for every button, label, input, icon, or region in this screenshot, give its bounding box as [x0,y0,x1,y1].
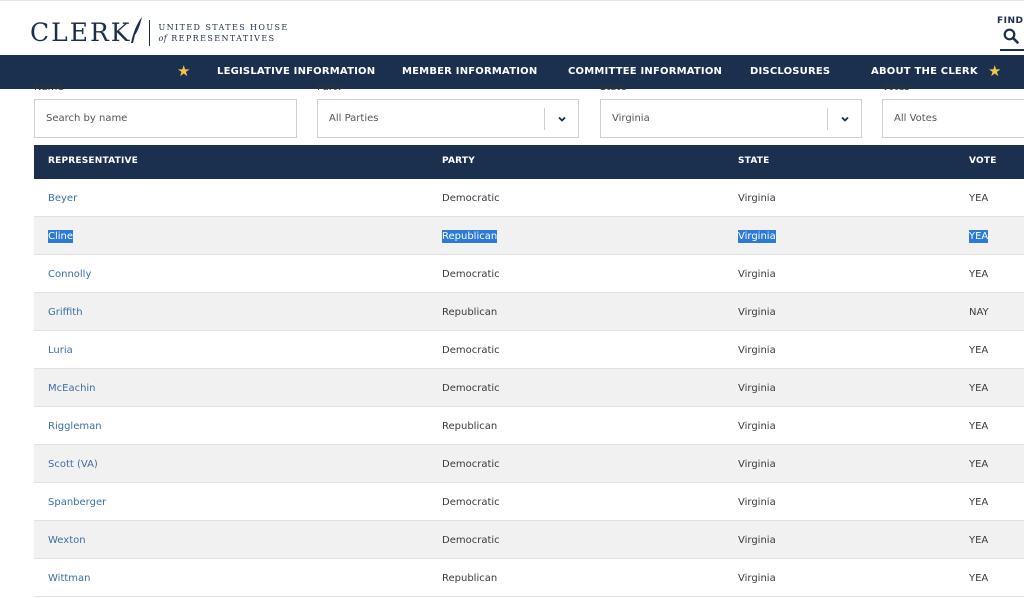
representative-link[interactable]: Beyer [48,192,77,205]
column-header-party[interactable]: PARTY [442,156,475,166]
table-row: Riggleman Republican Virginia YEA [34,407,1024,445]
representative-link[interactable]: Riggleman [48,420,102,433]
star-icon: ★ [177,62,191,80]
table-row: Spanberger Democratic Virginia YEA [34,483,1024,521]
find-underline [1000,49,1024,51]
logo-subtitle: UNITED STATES HOUSE of REPRESENTATIVES [158,23,289,43]
main-nav: ★ LEGISLATIVE INFORMATION MEMBER INFORMA… [0,55,1024,89]
party-select[interactable]: All Parties [317,99,579,138]
search-icon[interactable] [1003,28,1019,44]
star-icon: ★ [988,62,1002,80]
representative-link[interactable]: Cline [48,230,74,243]
vote-cell: YEA [969,497,989,508]
logo-divider [149,20,151,46]
state-cell: Virginia [738,497,776,508]
name-search-input[interactable]: Search by name [34,99,297,138]
site-header: CLERK UNITED STATES HOUSE of REPRESENTAT… [0,0,1024,55]
state-cell: Virginia [738,459,776,470]
representative-link[interactable]: Wittman [48,572,91,585]
table-row: Luria Democratic Virginia YEA [34,331,1024,369]
nav-disclosures[interactable]: DISCLOSURES [750,55,830,89]
chevron-down-icon [841,116,849,122]
name-search-placeholder: Search by name [46,113,128,124]
state-select[interactable]: Virginia [600,99,862,138]
select-divider [544,108,545,130]
party-cell: Democratic [442,345,500,356]
vote-cell: YEA [969,459,989,470]
name-filter-label: Name [34,84,64,90]
vote-cell: YEA [969,383,989,394]
party-filter-label: Party [317,84,343,90]
party-select-value: All Parties [329,113,379,124]
state-select-value: Virginia [612,113,650,124]
vote-cell: YEA [969,230,989,243]
table-row: Wexton Democratic Virginia YEA [34,521,1024,559]
party-cell: Democratic [442,535,500,546]
table-row: Griffith Republican Virginia NAY [34,293,1024,331]
state-cell: Virginia [738,230,776,243]
representative-link[interactable]: McEachin [48,382,96,395]
party-cell: Republican [442,421,498,432]
vote-cell: YEA [969,345,989,356]
state-cell: Virginia [738,573,776,584]
vote-cell: YEA [969,535,989,546]
column-header-vote[interactable]: VOTE [969,156,997,166]
table-row: Cline Republican Virginia YEA [34,217,1024,255]
vote-cell: YEA [969,193,989,204]
column-header-state[interactable]: STATE [738,156,769,166]
state-cell: Virginia [738,269,776,280]
select-divider [827,108,828,130]
table-row: Scott (VA) Democratic Virginia YEA [34,445,1024,483]
state-filter-label: State [600,84,627,90]
state-cell: Virginia [738,421,776,432]
party-cell: Democratic [442,497,500,508]
representative-link[interactable]: Connolly [48,268,91,281]
representative-link[interactable]: Griffith [48,306,83,319]
nav-legislative-information[interactable]: LEGISLATIVE INFORMATION [217,55,375,89]
state-cell: Virginia [738,345,776,356]
representative-link[interactable]: Scott (VA) [48,458,98,471]
nav-member-information[interactable]: MEMBER INFORMATION [402,55,537,89]
find-label[interactable]: FIND [997,16,1024,26]
logo-wordmark: CLERK [30,18,132,47]
table-row: Connolly Democratic Virginia YEA [34,255,1024,293]
table-row: Wittman Republican Virginia YEA [34,559,1024,597]
vote-cell: YEA [969,573,989,584]
state-cell: Virginia [738,383,776,394]
representative-link[interactable]: Luria [48,344,73,357]
vote-cell: YEA [969,269,989,280]
votes-select-value: All Votes [894,113,938,124]
chevron-down-icon [558,116,566,122]
column-header-representative[interactable]: REPRESENTATIVE [48,156,138,166]
quill-icon [131,17,143,43]
party-cell: Democratic [442,459,500,470]
vote-cell: NAY [969,307,989,318]
party-cell: Republican [442,230,498,243]
party-cell: Democratic [442,383,500,394]
state-cell: Virginia [738,535,776,546]
nav-committee-information[interactable]: COMMITTEE INFORMATION [568,55,722,89]
representative-link[interactable]: Wexton [48,534,86,547]
state-cell: Virginia [738,307,776,318]
votes-filter-label: Votes [882,84,910,90]
representative-link[interactable]: Spanberger [48,496,106,509]
vote-cell: YEA [969,421,989,432]
table-row: McEachin Democratic Virginia YEA [34,369,1024,407]
state-cell: Virginia [738,193,776,204]
party-cell: Democratic [442,269,500,280]
table-row: Beyer Democratic Virginia YEA [34,179,1024,217]
party-cell: Republican [442,307,498,318]
party-cell: Republican [442,573,498,584]
table-header: REPRESENTATIVE PARTY STATE VOTE [34,145,1024,179]
party-cell: Democratic [442,193,500,204]
votes-select[interactable]: All Votes [882,99,1024,138]
clerk-logo[interactable]: CLERK UNITED STATES HOUSE of REPRESENTAT… [30,15,289,51]
